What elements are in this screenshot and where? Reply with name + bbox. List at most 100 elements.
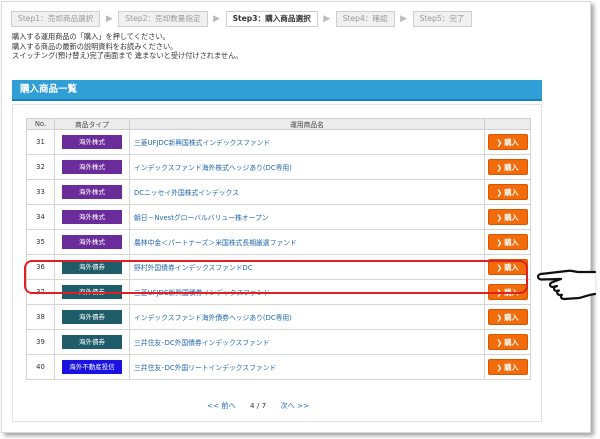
row-no: 32 bbox=[26, 154, 55, 180]
buy-button[interactable]: ❯ 購入 bbox=[487, 184, 528, 200]
table-row: 39 海外債券 三井住友･DC外国債券インデックスファンド ❯ 購入 bbox=[26, 329, 531, 355]
page-indicator: 4 / 7 bbox=[250, 401, 267, 410]
chevron-right-icon: ❯ bbox=[496, 139, 503, 147]
table-row: 31 海外株式 三菱UFJDC新興国株式インデックスファンド ❯ 購入 bbox=[26, 129, 531, 155]
chevron-right-icon: ❯ bbox=[496, 214, 503, 222]
buy-button[interactable]: ❯ 購入 bbox=[487, 309, 528, 325]
row-type-cell: 海外株式 bbox=[54, 129, 130, 155]
row-action-cell: ❯ 購入 bbox=[484, 129, 531, 155]
header-type: 商品タイプ bbox=[54, 118, 130, 130]
row-product-name[interactable]: 農林中金＜パートナーズ＞米国株式長期厳選ファンド bbox=[129, 229, 485, 255]
table-row: 40 海外不動産投信 三井住友･DC外国リートインデックスファンド ❯ 購入 bbox=[26, 354, 531, 380]
buy-label: 購入 bbox=[504, 188, 519, 197]
row-type-cell: 海外不動産投信 bbox=[54, 354, 130, 380]
product-type-badge: 海外株式 bbox=[62, 185, 122, 199]
step-bar: Step1：売却商品選択 ▶ Step2：売却数量指定 ▶ Step3：購入商品… bbox=[11, 11, 476, 31]
row-type-cell: 海外株式 bbox=[54, 229, 130, 255]
row-product-name[interactable]: インデックスファンド海外株式ヘッジあり(DC専用) bbox=[129, 154, 485, 180]
step-1: Step1：売却商品選択 bbox=[11, 11, 101, 27]
product-type-badge: 海外債券 bbox=[62, 310, 122, 324]
row-no: 34 bbox=[26, 204, 55, 230]
instruction-line: 購入する商品の最新の説明資料をお読みください。 bbox=[12, 41, 178, 51]
chevron-right-icon: ❯ bbox=[496, 314, 503, 322]
row-product-name[interactable]: DCニッセイ外国株式インデックス bbox=[129, 179, 485, 205]
row-no: 40 bbox=[26, 354, 55, 380]
table-row: 34 海外株式 朝日－Nvestグローバルバリュー株オープン ❯ 購入 bbox=[26, 204, 531, 230]
buy-label: 購入 bbox=[504, 238, 519, 247]
buy-label: 購入 bbox=[504, 363, 519, 372]
row-product-name[interactable]: 朝日－Nvestグローバルバリュー株オープン bbox=[129, 204, 485, 230]
row-type-cell: 海外株式 bbox=[54, 154, 130, 180]
pointing-hand-icon bbox=[536, 269, 597, 301]
header-name: 運用商品名 bbox=[129, 118, 485, 130]
product-type-badge: 海外株式 bbox=[62, 160, 122, 174]
row-type-cell: 海外株式 bbox=[54, 179, 130, 205]
buy-button[interactable]: ❯ 購入 bbox=[487, 334, 528, 350]
row-action-cell: ❯ 購入 bbox=[484, 229, 531, 255]
row-action-cell: ❯ 購入 bbox=[484, 179, 531, 205]
step-4: Step4：確認 bbox=[335, 11, 395, 27]
row-action-cell: ❯ 購入 bbox=[484, 304, 531, 330]
row-type-cell: 海外株式 bbox=[54, 204, 130, 230]
buy-label: 購入 bbox=[504, 313, 519, 322]
row-action-cell: ❯ 購入 bbox=[484, 204, 531, 230]
chevron-right-icon: ❯ bbox=[496, 364, 503, 372]
product-type-badge: 海外株式 bbox=[62, 210, 122, 224]
step-arrow-icon: ▶ bbox=[105, 14, 113, 24]
highlight-box bbox=[24, 260, 528, 294]
product-type-badge: 海外債券 bbox=[62, 335, 122, 349]
buy-label: 購入 bbox=[504, 213, 519, 222]
chevron-right-icon: ❯ bbox=[496, 164, 503, 172]
chevron-right-icon: ❯ bbox=[496, 239, 503, 247]
next-page-link[interactable]: 次へ >> bbox=[280, 401, 309, 410]
product-table: No. 商品タイプ 運用商品名 31 海外株式 三菱UFJDC新興国株式インデックス… bbox=[26, 118, 531, 380]
buy-label: 購入 bbox=[504, 163, 519, 172]
row-product-name[interactable]: 三井住友･DC外国債券インデックスファンド bbox=[129, 329, 485, 355]
buy-button[interactable]: ❯ 購入 bbox=[487, 359, 528, 375]
buy-label: 購入 bbox=[504, 138, 519, 147]
row-type-cell: 海外債券 bbox=[54, 304, 130, 330]
row-product-name[interactable]: 三菱UFJDC新興国株式インデックスファンド bbox=[129, 129, 485, 155]
buy-button[interactable]: ❯ 購入 bbox=[487, 134, 528, 150]
row-action-cell: ❯ 購入 bbox=[484, 154, 531, 180]
table-header-row: No. 商品タイプ 運用商品名 bbox=[26, 118, 531, 130]
row-action-cell: ❯ 購入 bbox=[484, 354, 531, 380]
row-action-cell: ❯ 購入 bbox=[484, 329, 531, 355]
instruction-line: 購入する運用商品の「購入」を押してください。 bbox=[12, 32, 170, 41]
step-arrow-icon: ▶ bbox=[400, 14, 408, 24]
product-type-badge: 海外不動産投信 bbox=[62, 360, 122, 374]
step-3: Step3：購入商品選択 bbox=[225, 11, 318, 27]
buy-button[interactable]: ❯ 購入 bbox=[487, 234, 528, 250]
step-arrow-icon: ▶ bbox=[213, 14, 221, 24]
buy-label: 購入 bbox=[504, 338, 519, 347]
product-type-badge: 海外株式 bbox=[62, 235, 122, 249]
prev-page-link[interactable]: << 前へ bbox=[207, 401, 236, 410]
chevron-right-icon: ❯ bbox=[496, 339, 503, 347]
chevron-right-icon: ❯ bbox=[496, 189, 503, 197]
table-row: 35 海外株式 農林中金＜パートナーズ＞米国株式長期厳選ファンド ❯ 購入 bbox=[26, 229, 531, 255]
row-type-cell: 海外債券 bbox=[54, 329, 130, 355]
screen-frame: Step1：売却商品選択 ▶ Step2：売却数量指定 ▶ Step3：購入商品… bbox=[1, 1, 591, 433]
table-row: 33 海外株式 DCニッセイ外国株式インデックス ❯ 購入 bbox=[26, 179, 531, 205]
row-no: 38 bbox=[26, 304, 55, 330]
row-no: 31 bbox=[26, 129, 55, 155]
row-no: 39 bbox=[26, 329, 55, 355]
section-title: 購入商品一覧 bbox=[12, 80, 542, 101]
header-no: No. bbox=[26, 118, 55, 130]
instructions: 購入する運用商品の「購入」を押してください。 購入する商品の最新の説明資料をお読… bbox=[12, 32, 243, 61]
row-no: 33 bbox=[26, 179, 55, 205]
instruction-line: スイッチング(預け替え)完了画面まで 進まないと受け付けされません。 bbox=[12, 51, 243, 60]
step-arrow-icon: ▶ bbox=[323, 14, 331, 24]
table-row: 32 海外株式 インデックスファンド海外株式ヘッジあり(DC専用) ❯ 購入 bbox=[26, 154, 531, 180]
pagination: << 前へ 4 / 7 次へ >> bbox=[207, 401, 321, 411]
product-type-badge: 海外株式 bbox=[62, 135, 122, 149]
header-action bbox=[484, 118, 531, 130]
table-row: 38 海外債券 インデックスファンド海外債券ヘッジあり(DC専用) ❯ 購入 bbox=[26, 304, 531, 330]
row-product-name[interactable]: 三井住友･DC外国リートインデックスファンド bbox=[129, 354, 485, 380]
step-2: Step2：売却数量指定 bbox=[118, 11, 208, 27]
step-5: Step5：完了 bbox=[412, 11, 472, 27]
buy-button[interactable]: ❯ 購入 bbox=[487, 209, 528, 225]
row-no: 35 bbox=[26, 229, 55, 255]
buy-button[interactable]: ❯ 購入 bbox=[487, 159, 528, 175]
row-product-name[interactable]: インデックスファンド海外債券ヘッジあり(DC専用) bbox=[129, 304, 485, 330]
